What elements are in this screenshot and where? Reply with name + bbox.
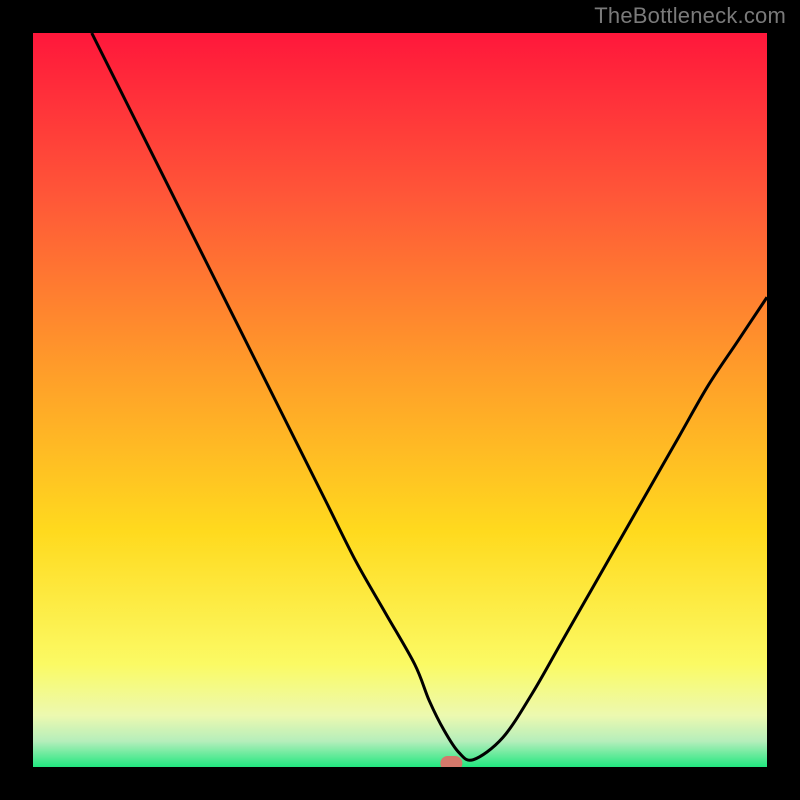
watermark-text: TheBottleneck.com (594, 3, 786, 29)
chart-frame: TheBottleneck.com (0, 0, 800, 800)
bottleneck-chart (33, 33, 767, 767)
minimum-marker (440, 756, 462, 767)
plot-background (33, 33, 767, 767)
